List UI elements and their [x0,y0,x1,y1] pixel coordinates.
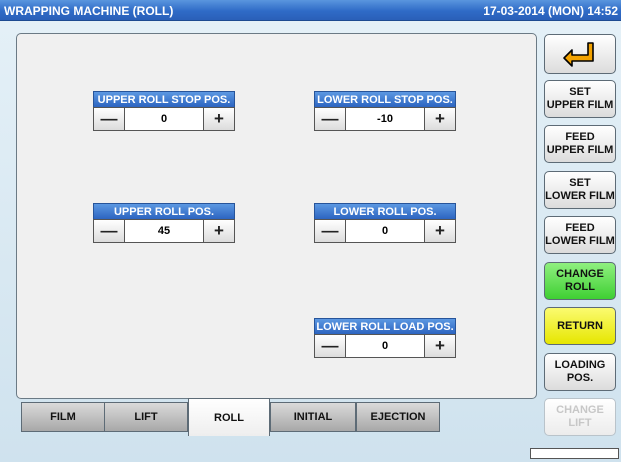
upper-roll-stop-pos-decrement-button[interactable]: — [94,108,125,130]
status-field [530,448,619,459]
change-lift-line1: CHANGE [556,404,604,416]
lower-roll-stop-pos-stepper: — -10 + [314,107,456,131]
upper-roll-stop-pos-label: UPPER ROLL STOP POS. [93,91,235,107]
lower-roll-stop-pos-decrement-button[interactable]: — [315,108,346,130]
back-button[interactable] [544,34,616,74]
lower-roll-load-pos-stepper: — 0 + [314,334,456,358]
set-upper-film-button[interactable]: SET UPPER FILM [544,80,616,118]
upper-roll-pos-stepper: — 45 + [93,219,235,243]
change-lift-line2: LIFT [568,417,592,429]
lower-roll-pos-decrement-button[interactable]: — [315,220,346,242]
date-time: 17-03-2014 (MON) 14:52 [483,4,618,18]
tab-roll[interactable]: ROLL [188,398,270,436]
upper-roll-stop-pos-control: UPPER ROLL STOP POS. — 0 + [93,91,235,131]
lower-roll-stop-pos-increment-button[interactable]: + [424,108,455,130]
loading-pos-line1: LOADING [554,359,606,371]
return-button[interactable]: RETURN [544,307,616,345]
upper-roll-pos-increment-button[interactable]: + [203,220,234,242]
loading-pos-button[interactable]: LOADING POS. [544,353,616,391]
title-bar: WRAPPING MACHINE (ROLL) 17-03-2014 (MON)… [0,0,621,21]
lower-roll-pos-increment-button[interactable]: + [424,220,455,242]
change-roll-line1: CHANGE [556,268,604,280]
upper-roll-pos-value[interactable]: 45 [125,220,203,242]
change-roll-line2: ROLL [565,281,595,293]
upper-roll-pos-decrement-button[interactable]: — [94,220,125,242]
lower-roll-load-pos-increment-button[interactable]: + [424,335,455,357]
lower-roll-load-pos-label: LOWER ROLL LOAD POS. [314,318,456,334]
change-roll-button[interactable]: CHANGE ROLL [544,262,616,300]
upper-roll-stop-pos-value[interactable]: 0 [125,108,203,130]
tab-film[interactable]: FILM [21,402,105,432]
set-lower-film-button[interactable]: SET LOWER FILM [544,171,616,209]
lower-roll-load-pos-value[interactable]: 0 [346,335,424,357]
lower-roll-load-pos-control: LOWER ROLL LOAD POS. — 0 + [314,318,456,358]
upper-roll-stop-pos-stepper: — 0 + [93,107,235,131]
feed-lower-film-line2: LOWER FILM [545,235,615,247]
lower-roll-pos-value[interactable]: 0 [346,220,424,242]
feed-lower-film-button[interactable]: FEED LOWER FILM [544,216,616,254]
lower-roll-pos-control: LOWER ROLL POS. — 0 + [314,203,456,243]
return-label: RETURN [557,319,603,332]
feed-upper-film-line2: UPPER FILM [546,144,614,156]
tab-initial[interactable]: INITIAL [270,402,356,432]
return-arrow-icon [563,42,594,67]
feed-upper-film-button[interactable]: FEED UPPER FILM [544,125,616,163]
upper-roll-pos-label: UPPER ROLL POS. [93,203,235,219]
set-upper-film-line2: UPPER FILM [546,99,614,111]
feed-upper-film-line1: FEED [565,131,595,143]
lower-roll-pos-label: LOWER ROLL POS. [314,203,456,219]
upper-roll-pos-control: UPPER ROLL POS. — 45 + [93,203,235,243]
feed-lower-film-line1: FEED [565,222,595,234]
change-lift-button: CHANGE LIFT [544,398,616,436]
tab-lift[interactable]: LIFT [104,402,188,432]
lower-roll-stop-pos-value[interactable]: -10 [346,108,424,130]
lower-roll-load-pos-decrement-button[interactable]: — [315,335,346,357]
loading-pos-line2: POS. [566,372,594,384]
lower-roll-stop-pos-control: LOWER ROLL STOP POS. — -10 + [314,91,456,131]
set-lower-film-line2: LOWER FILM [545,190,615,202]
set-lower-film-line1: SET [569,177,591,189]
lower-roll-pos-stepper: — 0 + [314,219,456,243]
tab-ejection[interactable]: EJECTION [356,402,440,432]
lower-roll-stop-pos-label: LOWER ROLL STOP POS. [314,91,456,107]
set-upper-film-line1: SET [569,86,591,98]
window-title: WRAPPING MACHINE (ROLL) [4,4,174,18]
upper-roll-stop-pos-increment-button[interactable]: + [203,108,234,130]
